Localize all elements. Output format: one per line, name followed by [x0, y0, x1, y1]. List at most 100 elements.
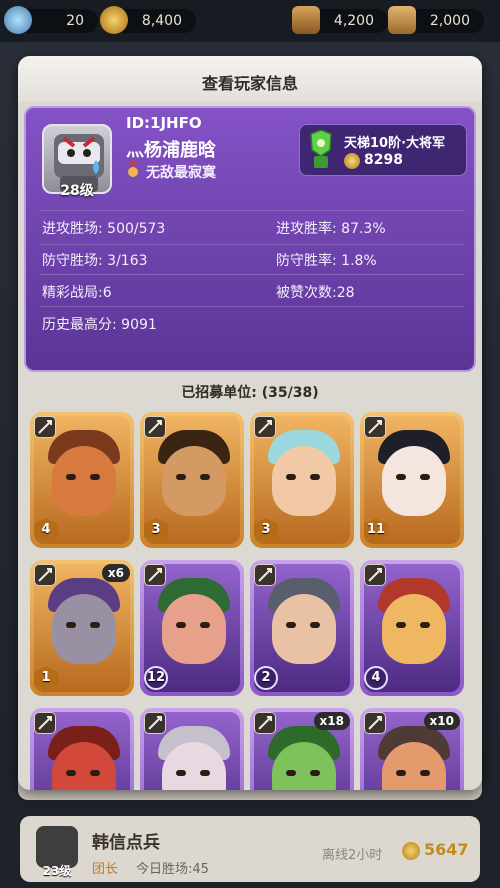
unit-level: 2 [254, 666, 278, 690]
hero-face [162, 446, 226, 516]
gold-count: 8,400 [141, 13, 182, 29]
hero-eye [310, 474, 320, 480]
member-level: 23级 [42, 864, 72, 878]
lumber-count: 4,200 [333, 13, 374, 29]
hero-face [382, 446, 446, 516]
sword-icon [34, 712, 56, 734]
sword-icon [254, 712, 276, 734]
sword-icon [34, 564, 56, 586]
hero-eye [90, 622, 100, 628]
hero-eye [90, 770, 100, 776]
hero-eye [396, 474, 406, 480]
unit-level: 4 [364, 666, 388, 690]
hero-eye [176, 770, 186, 776]
unit-card[interactable]: x10 [360, 708, 464, 790]
ladder-score: 8298 [364, 152, 403, 168]
gem-icon [4, 6, 32, 34]
unit-card[interactable]: x18 [250, 708, 354, 790]
unit-count: x6 [101, 564, 130, 582]
sword-icon [254, 416, 276, 438]
hero-eye [66, 770, 76, 776]
hero-eye [396, 622, 406, 628]
player-info-dialog: 查看玩家信息 28级 ID:1JHFO 灬杨浦鹿晗 无敌最寂寞 天梯10阶·大将… [18, 56, 482, 790]
hero-eye [420, 770, 430, 776]
gem-count: 20 [66, 13, 84, 29]
divider [40, 210, 464, 211]
hero-face [52, 594, 116, 664]
medal-icon [128, 162, 138, 177]
unit-count: x18 [313, 712, 350, 730]
member-role: 团长 [92, 862, 119, 877]
member-online-status: 离线2小时 [322, 848, 383, 863]
hero-eye [176, 474, 186, 480]
player-name: 灬杨浦鹿晗 [126, 140, 216, 161]
gold-coin-icon [402, 842, 420, 860]
like-count: 被赞次数:28 [276, 285, 355, 301]
unit-card[interactable]: 3 [140, 412, 244, 548]
divider [40, 306, 464, 307]
scroll-count: 2,000 [429, 13, 470, 29]
crossed-swords-icon [254, 564, 276, 586]
hero-face [272, 446, 336, 516]
sword-icon [144, 564, 166, 586]
unit-card[interactable] [140, 708, 244, 790]
dialog-title: 查看玩家信息 [201, 74, 298, 93]
unit-card[interactable] [30, 708, 134, 790]
hero-eye [286, 770, 296, 776]
hero-face [162, 594, 226, 664]
unit-card[interactable]: 12 [140, 560, 244, 696]
recruited-units-label: 已招募单位: (35/38) [181, 385, 319, 401]
hero-eye [66, 622, 76, 628]
player-id: ID:1JHFO [126, 114, 202, 132]
gold-coin-icon [100, 6, 128, 34]
hero-face [52, 446, 116, 516]
hero-eye [420, 474, 430, 480]
unit-card[interactable]: 3 [250, 412, 354, 548]
hero-eye [90, 474, 100, 480]
sword-icon [144, 416, 166, 438]
divider [40, 274, 464, 275]
hero-eye [310, 622, 320, 628]
ladder-rank-box: 天梯10阶·大将军 8298 [299, 124, 467, 176]
rank-coin-icon [344, 153, 360, 169]
hero-face [382, 594, 446, 664]
hero-face [272, 594, 336, 664]
hero-eye [200, 622, 210, 628]
ladder-trophy-icon [310, 130, 332, 168]
best-score: 历史最高分: 9091 [42, 317, 157, 333]
member-name: 韩信点兵 [92, 833, 160, 853]
unit-card[interactable]: x6 1 [30, 560, 134, 696]
member-score: 5647 [424, 840, 469, 859]
hero-eye [420, 622, 430, 628]
player-title: 无敌最寂寞 [146, 165, 216, 181]
hero-eye [176, 622, 186, 628]
magnifier-icon [144, 712, 166, 734]
dialog-header: 查看玩家信息 [18, 56, 482, 102]
defense-win-rate: 防守胜率: 1.8% [276, 253, 377, 269]
unit-card[interactable]: 4 [360, 560, 464, 696]
hero-eye [200, 770, 210, 776]
hero-eye [396, 770, 406, 776]
hero-eye [310, 770, 320, 776]
attack-win-rate: 进攻胜率: 87.3% [276, 221, 386, 237]
unit-card[interactable]: 4 [30, 412, 134, 548]
unit-card[interactable]: 11 [360, 412, 464, 548]
sword-icon [364, 564, 386, 586]
unit-card[interactable]: 2 [250, 560, 354, 696]
defense-wins: 防守胜场: 3/163 [42, 253, 148, 269]
unit-grid: 4 3 3 11 x6 1 12 2 4 x18 x10 [18, 408, 482, 790]
resource-bar: 20 8,400 4,200 2,000 [0, 0, 500, 42]
unit-level: 12 [144, 666, 168, 690]
member-row[interactable]: 23级 韩信点兵 团长 今日胜场:45 离线2小时 5647 [20, 816, 480, 882]
crossed-swords-icon [34, 416, 56, 438]
ladder-rank-name: 天梯10阶·大将军 [344, 136, 446, 151]
member-today-wins: 今日胜场:45 [136, 862, 209, 877]
divider [40, 244, 464, 245]
hero-eye [286, 622, 296, 628]
player-level: 28级 [60, 183, 94, 199]
hero-eye [286, 474, 296, 480]
unit-count: x10 [423, 712, 460, 730]
attack-wins: 进攻胜场: 500/573 [42, 221, 166, 237]
game-screen: 20 8,400 4,200 2,000 23级 韩信点兵 团长 今日胜场:45… [0, 0, 500, 888]
lumber-icon [292, 6, 320, 34]
